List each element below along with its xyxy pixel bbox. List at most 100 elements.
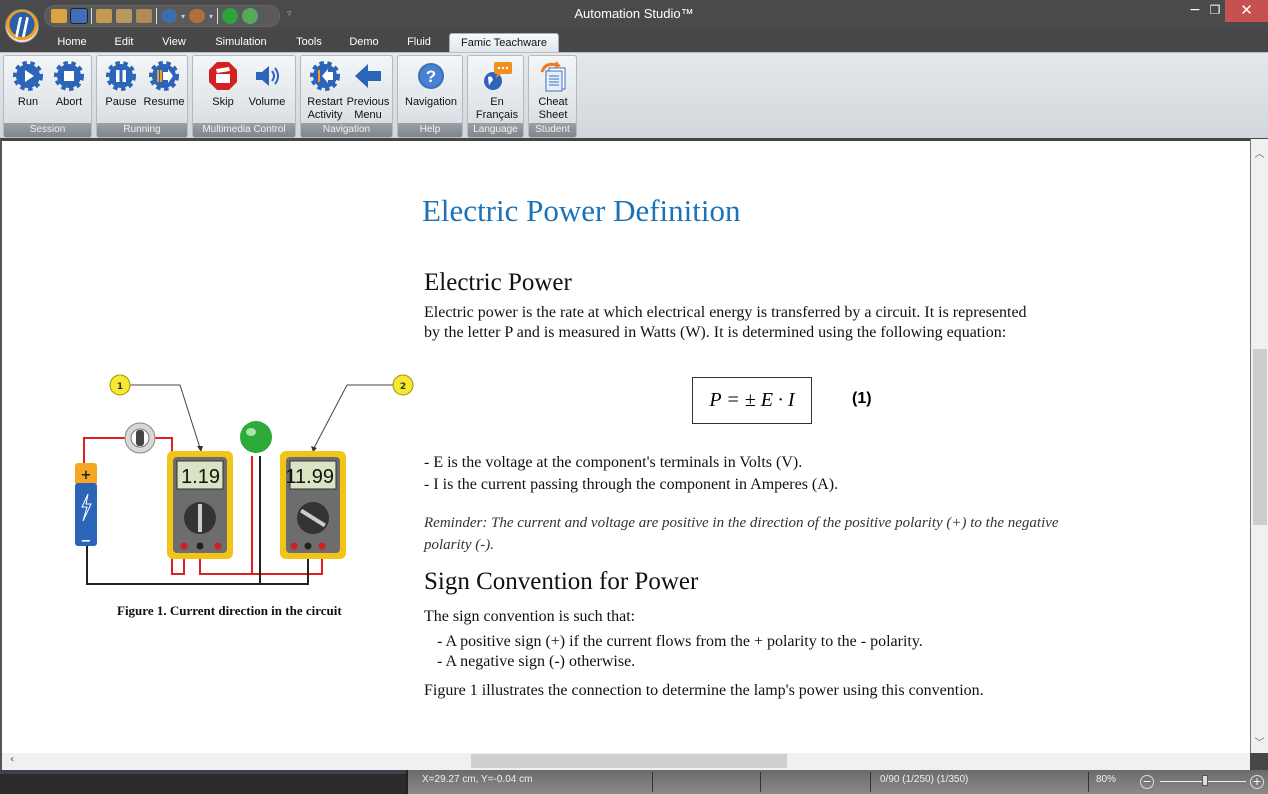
cheat-sheet-button[interactable]: Cheat Sheet — [532, 60, 574, 122]
clapperboard-icon — [209, 62, 237, 90]
switch-lever — [136, 430, 144, 446]
group-student: Cheat Sheet Student — [528, 55, 577, 138]
definition-i: - I is the current passing through the c… — [424, 476, 839, 493]
tab-simulation[interactable]: Simulation — [205, 33, 277, 52]
previous-menu-button[interactable]: Previous Menu — [346, 60, 390, 122]
tab-home[interactable]: Home — [50, 33, 94, 52]
equation-number: (1) — [852, 390, 872, 407]
gear-play-icon — [13, 61, 43, 91]
meter-1-reading: 1.19 — [181, 466, 220, 488]
group-label: Running — [97, 123, 187, 137]
resume-button[interactable]: Resume — [142, 60, 186, 109]
back-arrow-icon — [355, 64, 381, 88]
tab-view[interactable]: View — [154, 33, 194, 52]
horizontal-scrollbar[interactable]: ‹ — [0, 753, 1250, 770]
window-title: Automation Studio™ — [574, 6, 694, 21]
help-icon: ? — [418, 63, 444, 89]
run-button[interactable]: Run — [10, 60, 46, 109]
french-language-button[interactable]: En Français — [472, 60, 522, 122]
reminder-line1: Reminder: The current and voltage are po… — [424, 515, 1059, 531]
skip-button[interactable]: Skip — [205, 60, 241, 109]
globe-chat-icon — [484, 62, 512, 90]
pause-label: Pause — [105, 96, 137, 108]
battery: + − — [75, 463, 97, 549]
vertical-scrollbar[interactable]: ︿ ﹀ — [1250, 139, 1268, 753]
meter-1-jack-v — [214, 542, 222, 550]
cheat-sheet-icon — [540, 61, 566, 92]
restart-label: Restart — [307, 96, 343, 108]
gear-restart-icon — [310, 61, 340, 91]
meter-1-jack-a — [180, 542, 188, 550]
status-bar: X=29.27 cm, Y=-0.04 cm 0/90 (1/250) (1/3… — [0, 770, 1268, 794]
scroll-left-arrow-icon[interactable]: ‹ — [6, 754, 18, 765]
speaker-icon — [256, 66, 279, 86]
group-help: ? Navigation Help — [397, 55, 463, 138]
tab-famic-teachware[interactable]: Famic Teachware — [449, 33, 559, 52]
activity-label: Activity — [307, 109, 343, 121]
power-equation: P = ± E · I — [692, 377, 812, 424]
zoom-out-icon[interactable]: − — [1140, 775, 1154, 789]
page-title: Electric Power Definition — [422, 193, 741, 228]
group-navigation: Restart Activity Previous Menu Navigatio… — [300, 55, 393, 138]
cheat-label: Cheat — [538, 96, 568, 108]
callout-2-label: 2 — [400, 382, 406, 392]
tab-demo[interactable]: Demo — [341, 33, 387, 52]
status-panels: X=29.27 cm, Y=-0.04 cm 0/90 (1/250) (1/3… — [406, 770, 1268, 794]
horizontal-scroll-thumb[interactable] — [471, 754, 787, 768]
volume-label: Volume — [248, 96, 286, 108]
multimeter-ammeter: 1.19 — [167, 451, 233, 559]
sign-convention-intro: The sign convention is such that: — [424, 608, 636, 625]
abort-label: Abort — [55, 96, 83, 108]
app-logo[interactable] — [5, 9, 39, 43]
group-label: Help — [398, 123, 462, 137]
francais-label: Français — [475, 109, 519, 121]
meter-2-reading: 11.99 — [285, 466, 334, 488]
scroll-down-arrow-icon[interactable]: ﹀ — [1251, 734, 1268, 749]
definition-paragraph-line1: Electric power is the rate at which elec… — [424, 304, 1027, 321]
tab-edit[interactable]: Edit — [104, 33, 144, 52]
zoom-in-icon[interactable]: + — [1250, 775, 1264, 789]
red-wire — [83, 437, 130, 467]
scroll-up-arrow-icon[interactable]: ︿ — [1251, 145, 1268, 160]
abort-button[interactable]: Abort — [51, 60, 87, 109]
vertical-scroll-thumb[interactable] — [1253, 349, 1267, 525]
close-button[interactable]: ✕ — [1225, 0, 1268, 22]
pause-button[interactable]: Pause — [103, 60, 139, 109]
zoom-percent: 80% — [1096, 774, 1117, 785]
en-label: En — [490, 96, 504, 108]
gear-resume-icon — [149, 61, 179, 91]
status-divider — [1088, 772, 1089, 792]
gear-stop-icon — [54, 61, 84, 91]
group-label: Student — [529, 123, 576, 137]
previous-label: Previous — [346, 96, 390, 108]
skip-label: Skip — [212, 96, 234, 108]
battery-plus-label: + — [81, 468, 92, 483]
meter-2-jack-com — [304, 542, 312, 550]
navigation-label: Navigation — [405, 96, 457, 108]
status-divider — [760, 772, 761, 792]
zoom-slider-thumb[interactable] — [1201, 775, 1208, 786]
status-divider — [870, 772, 871, 792]
tab-fluid[interactable]: Fluid — [397, 33, 441, 52]
restart-activity-button[interactable]: Restart Activity — [305, 60, 345, 122]
tab-tools[interactable]: Tools — [288, 33, 330, 52]
reminder-line2: polarity (-). — [424, 537, 494, 553]
figure-caption: Figure 1. Current direction in the circu… — [117, 603, 342, 618]
meter-1-jack-com — [196, 542, 204, 550]
meter-2-jack-a — [290, 542, 298, 550]
volume-button[interactable]: Volume — [245, 60, 289, 109]
menu-label: Menu — [354, 109, 382, 121]
group-label: Multimedia Control — [193, 123, 295, 137]
callout-leader-2 — [313, 384, 394, 449]
sign-bullet-negative: - A negative sign (-) otherwise. — [437, 653, 636, 670]
group-multimedia-control: Skip Volume Multimedia Control — [192, 55, 296, 138]
title-bar: ▾ ▾ ▿ Automation Studio™ − ❐ ✕ — [0, 0, 1268, 30]
cursor-coordinates: X=29.27 cm, Y=-0.04 cm — [422, 774, 533, 785]
navigation-help-button[interactable]: ? Navigation — [400, 60, 462, 109]
battery-minus-label: − — [81, 534, 92, 549]
callout-1-label: 1 — [117, 382, 123, 392]
sign-bullet-positive: - A positive sign (+) if the current flo… — [437, 633, 923, 650]
definition-e: - E is the voltage at the component's te… — [424, 454, 803, 471]
figure-reference-paragraph: Figure 1 illustrates the connection to d… — [424, 682, 984, 699]
document-canvas[interactable]: Electric Power Definition Electric Power… — [0, 139, 1250, 753]
